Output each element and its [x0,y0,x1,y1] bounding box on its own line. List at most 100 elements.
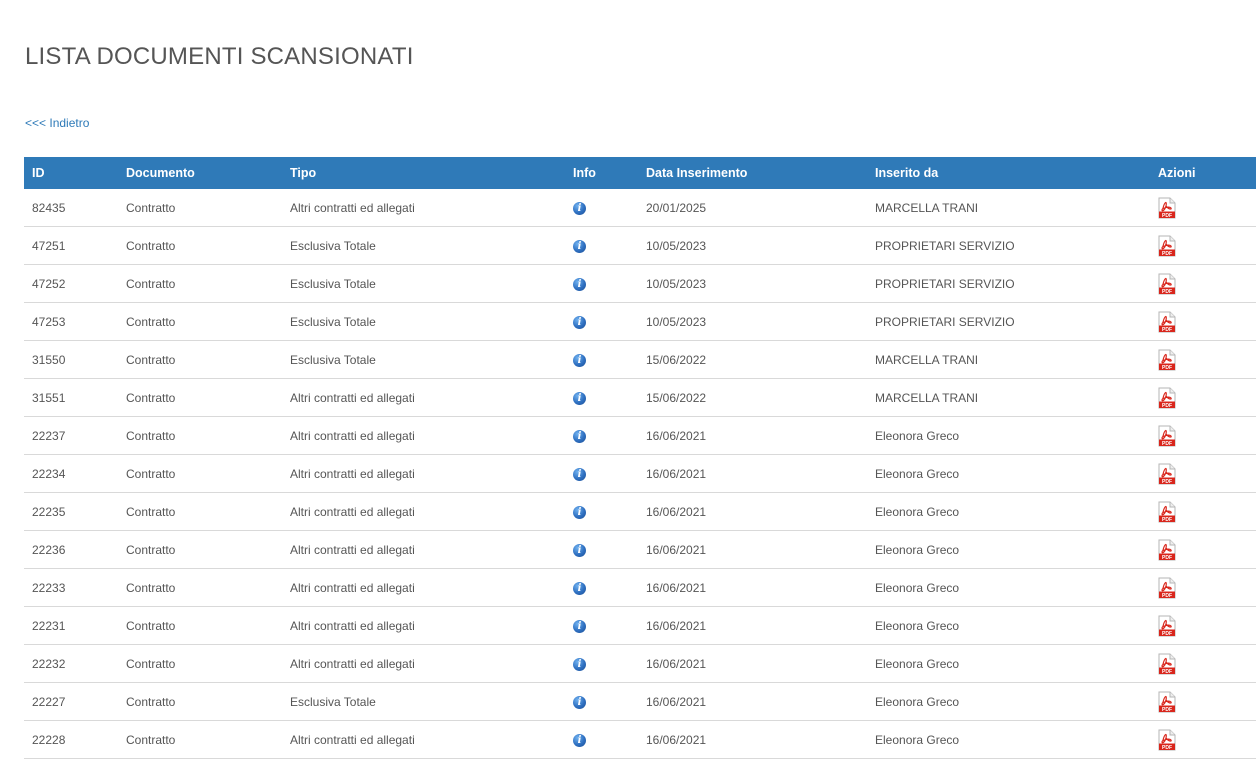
pdf-icon[interactable]: PDF [1158,425,1176,447]
cell-tipo: Altri contratti ed allegati [282,416,565,455]
pdf-icon[interactable]: PDF [1158,539,1176,561]
info-icon[interactable]: i [573,354,586,367]
info-icon[interactable]: i [573,468,586,481]
table-row[interactable]: 47252 Contratto Esclusiva Totale i 10/05/202… [24,264,1256,303]
info-icon[interactable]: i [573,506,586,519]
pdf-icon[interactable]: PDF [1158,463,1176,485]
info-icon[interactable]: i [573,240,586,253]
info-icon[interactable]: i [573,696,586,709]
column-header-data-inserimento[interactable]: Data Inserimento [638,157,867,189]
cell-info: i [565,492,638,531]
table-row[interactable]: 22231 Contratto Altri contratti ed allegat… [24,606,1256,645]
pdf-icon[interactable]: PDF [1158,653,1176,675]
cell-documento: Contratto [118,568,282,607]
cell-azioni: PDF [1150,226,1256,265]
table-row[interactable]: 22232 Contratto Altri contratti ed allegat… [24,644,1256,683]
table-row[interactable]: 22227 Contratto Esclusiva Totale i 16/06/202… [24,682,1256,721]
table-row[interactable]: 22233 Contratto Altri contratti ed allegat… [24,568,1256,607]
cell-tipo: Altri contratti ed allegati [282,606,565,645]
cell-info: i [565,340,638,379]
cell-tipo: Altri contratti ed allegati [282,492,565,531]
table-body: 82435 Contratto Altri contratti ed allegat… [24,189,1256,759]
cell-info: i [565,378,638,417]
info-icon[interactable]: i [573,582,586,595]
documents-table: ID Documento Tipo Info Data Inserimento … [24,157,1256,759]
cell-inserito-da: Eleonora Greco [867,416,1150,455]
cell-azioni: PDF [1150,378,1256,417]
cell-inserito-da: Eleonora Greco [867,454,1150,493]
cell-azioni: PDF [1150,302,1256,341]
pdf-icon-label: PDF [1162,403,1172,409]
back-link[interactable]: <<< Indietro [25,116,89,130]
column-header-inserito-da[interactable]: Inserito da [867,157,1150,189]
cell-documento: Contratto [118,340,282,379]
cell-documento: Contratto [118,264,282,303]
table-row[interactable]: 22234 Contratto Altri contratti ed allegat… [24,454,1256,493]
column-header-documento[interactable]: Documento [118,157,282,189]
table-row[interactable]: 22237 Contratto Altri contratti ed allegat… [24,416,1256,455]
cell-documento: Contratto [118,492,282,531]
table-row[interactable]: 47253 Contratto Esclusiva Totale i 10/05/202… [24,302,1256,341]
table-row[interactable]: 82435 Contratto Altri contratti ed allegat… [24,189,1256,227]
cell-documento: Contratto [118,302,282,341]
info-icon[interactable]: i [573,430,586,443]
cell-inserito-da: Eleonora Greco [867,682,1150,721]
pdf-icon-label: PDF [1162,365,1172,371]
pdf-icon[interactable]: PDF [1158,311,1176,333]
cell-tipo: Altri contratti ed allegati [282,644,565,683]
pdf-icon[interactable]: PDF [1158,501,1176,523]
pdf-icon[interactable]: PDF [1158,615,1176,637]
page-title: LISTA DOCUMENTI SCANSIONATI [25,43,414,70]
pdf-icon-label: PDF [1162,251,1172,257]
cell-azioni: PDF [1150,682,1256,721]
pdf-icon-label: PDF [1162,707,1172,713]
pdf-icon[interactable]: PDF [1158,387,1176,409]
table-row[interactable]: 22236 Contratto Altri contratti ed allegat… [24,530,1256,569]
info-icon[interactable]: i [573,658,586,671]
cell-documento: Contratto [118,378,282,417]
table-row[interactable]: 22235 Contratto Altri contratti ed allegat… [24,492,1256,531]
cell-documento: Contratto [118,226,282,265]
info-icon[interactable]: i [573,734,586,747]
cell-azioni: PDF [1150,264,1256,303]
cell-inserito-da: Eleonora Greco [867,606,1150,645]
cell-id: 22233 [24,568,118,607]
pdf-icon[interactable]: PDF [1158,729,1176,751]
cell-info: i [565,568,638,607]
info-icon[interactable]: i [573,620,586,633]
info-icon[interactable]: i [573,278,586,291]
pdf-icon[interactable]: PDF [1158,691,1176,713]
cell-documento: Contratto [118,644,282,683]
cell-id: 22232 [24,644,118,683]
cell-id: 47251 [24,226,118,265]
cell-tipo: Esclusiva Totale [282,682,565,721]
pdf-icon-label: PDF [1162,441,1172,447]
info-icon[interactable]: i [573,202,586,215]
table-row[interactable]: 22228 Contratto Altri contratti ed allegat… [24,720,1256,759]
pdf-icon-label: PDF [1162,213,1172,219]
pdf-icon[interactable]: PDF [1158,235,1176,257]
cell-tipo: Altri contratti ed allegati [282,454,565,493]
cell-documento: Contratto [118,720,282,759]
info-icon[interactable]: i [573,544,586,557]
cell-azioni: PDF [1150,606,1256,645]
pdf-icon[interactable]: PDF [1158,577,1176,599]
cell-data-inserimento: 16/06/2021 [638,530,867,569]
info-icon[interactable]: i [573,316,586,329]
pdf-icon[interactable]: PDF [1158,197,1176,219]
cell-tipo: Esclusiva Totale [282,264,565,303]
cell-info: i [565,606,638,645]
column-header-tipo[interactable]: Tipo [282,157,565,189]
cell-info: i [565,226,638,265]
table-row[interactable]: 47251 Contratto Esclusiva Totale i 10/05/202… [24,226,1256,265]
cell-id: 22231 [24,606,118,645]
table-row[interactable]: 31550 Contratto Esclusiva Totale i 15/06/202… [24,340,1256,379]
column-header-info[interactable]: Info [565,157,638,189]
info-icon[interactable]: i [573,392,586,405]
cell-tipo: Altri contratti ed allegati [282,720,565,759]
table-row[interactable]: 31551 Contratto Altri contratti ed allegat… [24,378,1256,417]
pdf-icon[interactable]: PDF [1158,273,1176,295]
cell-data-inserimento: 16/06/2021 [638,682,867,721]
pdf-icon[interactable]: PDF [1158,349,1176,371]
column-header-id[interactable]: ID [24,157,118,189]
